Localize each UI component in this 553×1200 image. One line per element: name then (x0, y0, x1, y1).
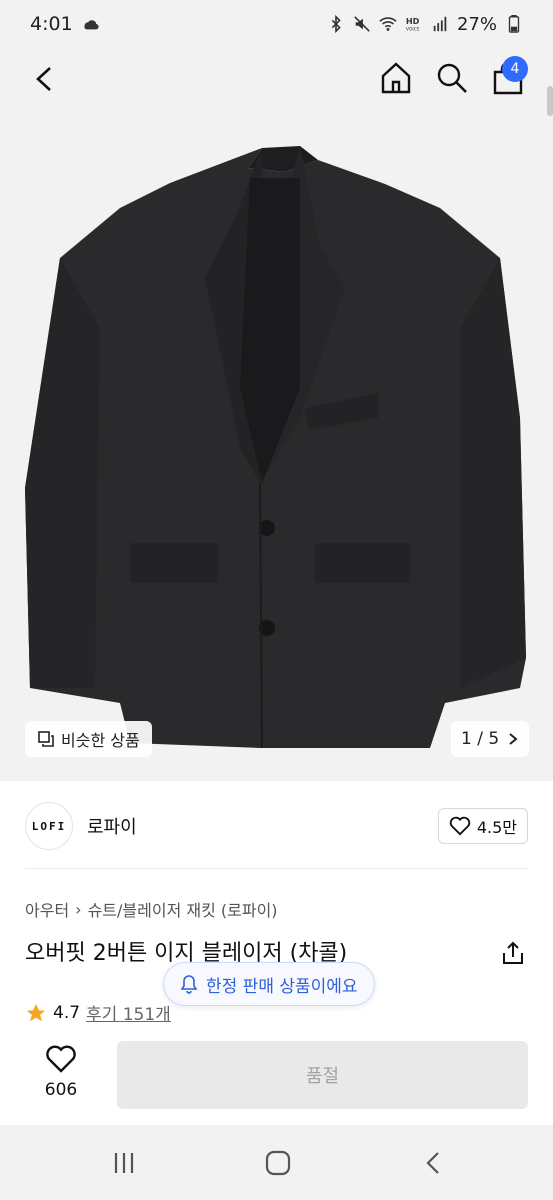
svg-text:HD: HD (406, 16, 420, 26)
reviews-link[interactable]: 후기 151개 (86, 1000, 171, 1025)
recent-apps-icon[interactable] (110, 1149, 138, 1177)
soldout-button[interactable]: 품절 (117, 1041, 528, 1109)
system-back-icon[interactable] (420, 1149, 448, 1177)
breadcrumb-item[interactable]: 슈트/블레이저 재킷 (로파이) (88, 897, 278, 921)
system-home-icon[interactable] (264, 1149, 292, 1177)
chevron-right-icon (509, 733, 518, 745)
brand-name[interactable]: 로파이 (87, 813, 137, 839)
svg-text:VOICE: VOICE (406, 26, 420, 32)
purchase-bar: 606 품절 (0, 1030, 553, 1125)
star-icon (26, 1003, 46, 1021)
home-icon[interactable] (378, 60, 414, 96)
cloud-sync-icon (84, 20, 99, 30)
bluetooth-icon (331, 15, 341, 33)
product-like-button[interactable]: 606 (30, 1044, 92, 1100)
limited-sale-tooltip: 한정 판매 상품이에요 (163, 962, 375, 1006)
bell-icon (180, 975, 198, 994)
page-indicator-text: 1 / 5 (461, 729, 500, 749)
search-icon[interactable] (434, 60, 470, 96)
app-bar: 4 (0, 48, 553, 116)
breadcrumb: 아우터 › 슈트/블레이저 재킷 (로파이) (25, 897, 278, 921)
brand-row: LOFI 로파이 4.5만 (25, 800, 528, 852)
signal-icon (433, 16, 447, 32)
rating-row: 4.7 후기 151개 (25, 1000, 171, 1025)
breadcrumb-item[interactable]: 아우터 (25, 897, 69, 921)
heart-icon (46, 1045, 76, 1073)
wifi-icon (379, 17, 397, 31)
brand-like-button[interactable]: 4.5만 (437, 808, 528, 844)
limited-sale-label: 한정 판매 상품이에요 (206, 976, 358, 997)
similar-products-label: 비슷한 상품 (61, 731, 140, 750)
copy-icon (38, 731, 54, 747)
similar-products-button[interactable]: 비슷한 상품 (25, 721, 152, 757)
status-time: 4:01 (30, 13, 73, 35)
scrollbar-thumb[interactable] (547, 86, 553, 116)
hd-voice-icon: HDVOICE (406, 16, 420, 32)
cart-count-badge: 4 (502, 56, 528, 82)
rating-score: 4.7 (53, 1002, 81, 1023)
mute-icon (354, 16, 370, 32)
brand-logo[interactable]: LOFI (25, 802, 73, 850)
status-bar: 4:01 HD VOICE 27% (0, 0, 553, 48)
brand-like-count: 4.5만 (476, 818, 517, 837)
battery-percent: 27% (456, 13, 497, 35)
product-gallery[interactable]: 4 비슷한 상품 1 / 5 (0, 48, 553, 781)
product-image[interactable] (0, 88, 553, 781)
system-nav-bar (0, 1125, 553, 1200)
battery-icon (508, 15, 520, 33)
breadcrumb-separator: › (75, 899, 82, 919)
gallery-page-indicator[interactable]: 1 / 5 (451, 721, 530, 757)
back-icon[interactable] (28, 62, 62, 96)
heart-icon (449, 816, 470, 836)
share-icon[interactable] (500, 940, 526, 966)
divider (25, 868, 528, 869)
product-like-count: 606 (44, 1080, 78, 1100)
